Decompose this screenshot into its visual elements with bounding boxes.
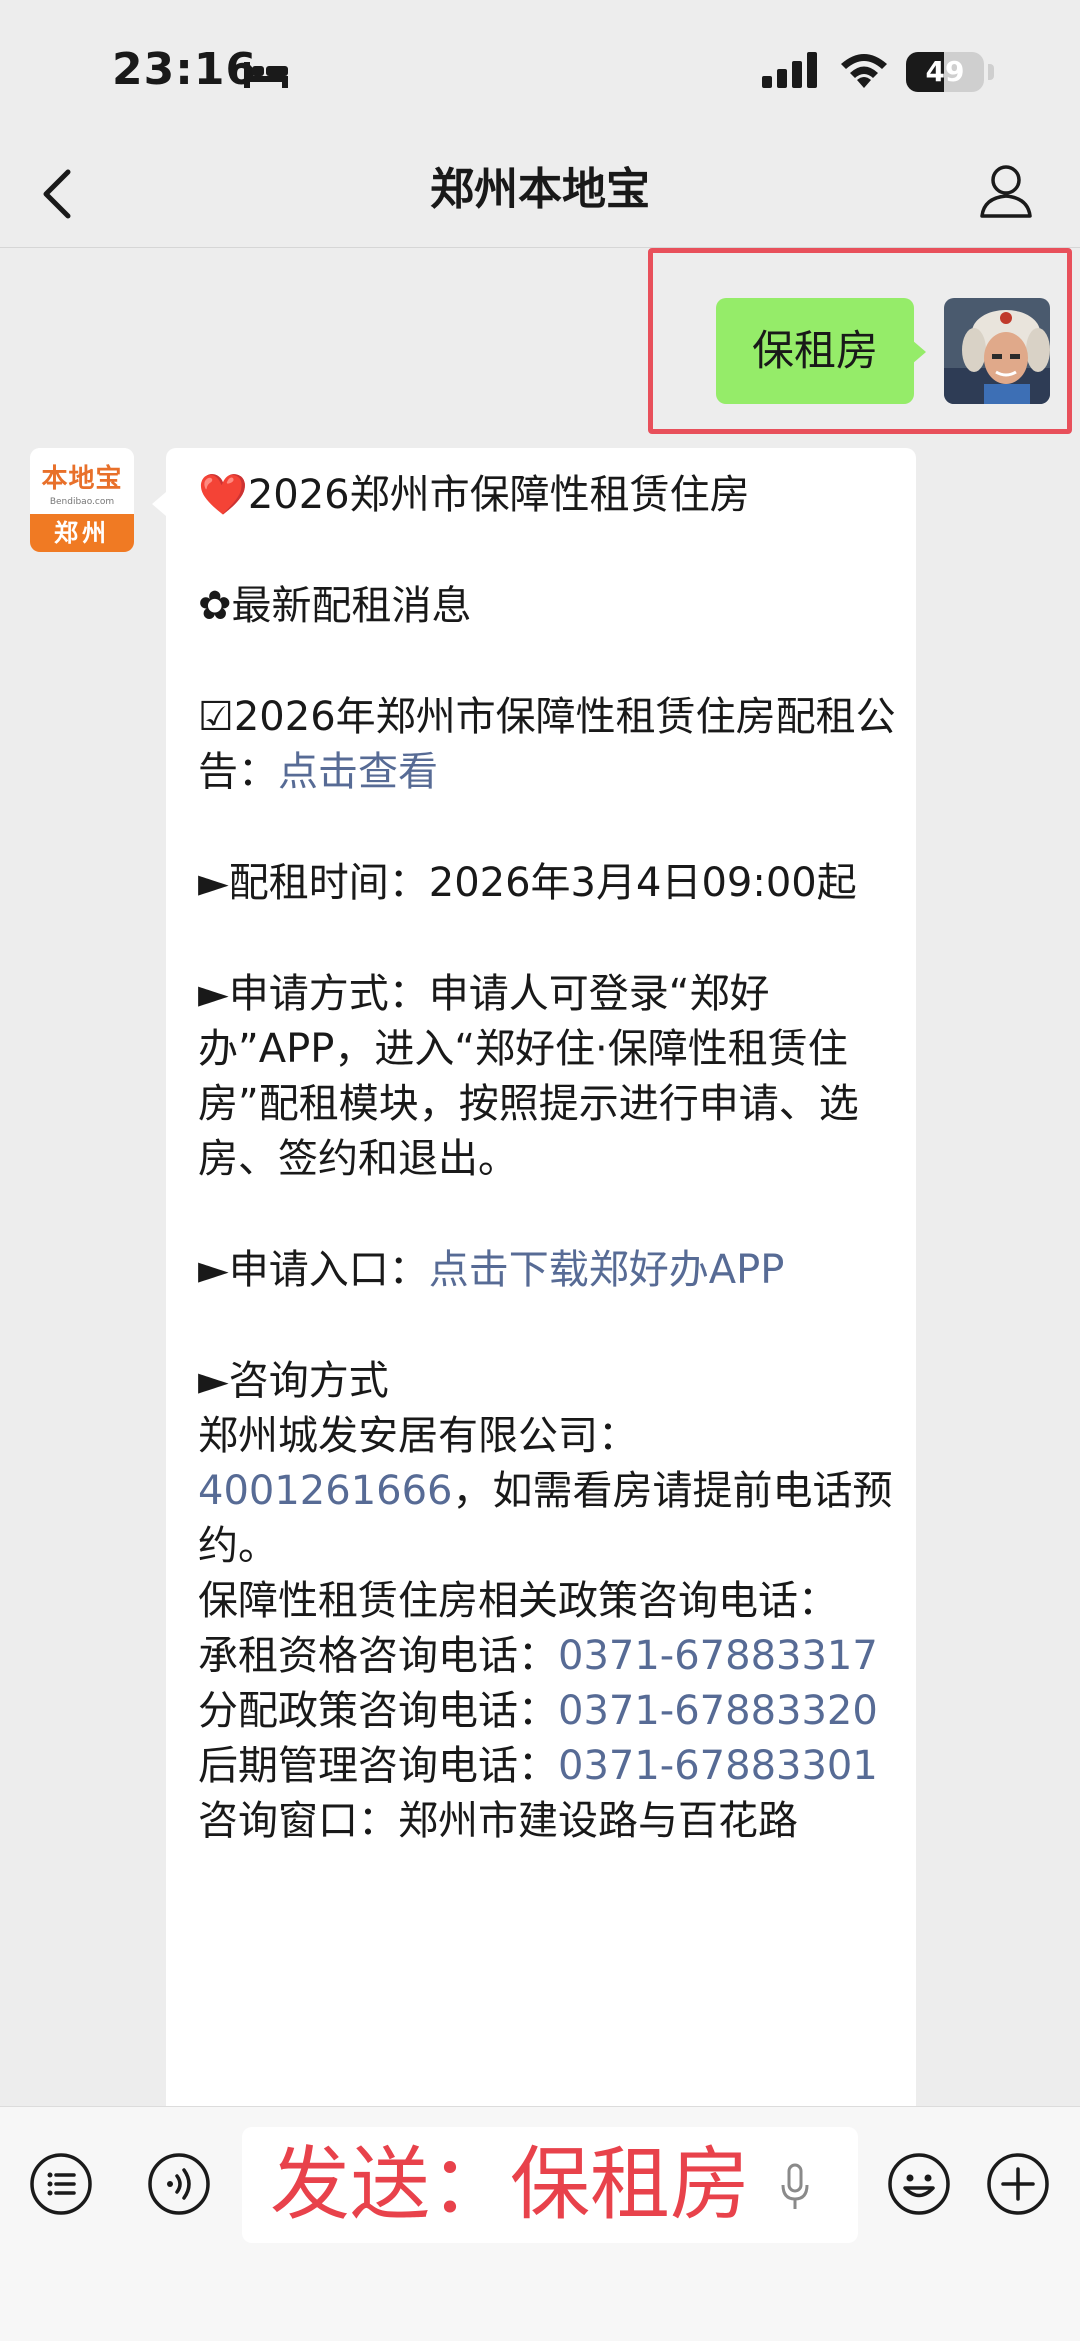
status-bar: 23:16 49 [0,0,1080,140]
battery-level: 49 [925,55,965,88]
mic-icon[interactable] [780,2163,810,2211]
entry-text: ►申请入口： [198,1247,429,1293]
company-phone-line: 4001261666，如需看房请提前电话预约。 [198,1464,898,1574]
policy-line: 保障性租赁住房相关政策咨询电话： [198,1578,838,1624]
company-phone-link[interactable]: 4001261666 [198,1468,453,1514]
user-avatar[interactable] [944,298,1050,404]
plus-icon[interactable] [985,2151,1051,2217]
notice-link[interactable]: 点击查看 [278,749,438,795]
wifi-icon [841,54,887,88]
logo-sub-text: Bendibao.com [49,497,115,507]
consult-title: ►咨询方式 [198,1358,389,1404]
bendibao-logo-avatar[interactable]: 本地宝 Bendibao.com 郑州 [30,448,134,552]
notice-line: ☑2026年郑州市保障性租赁住房配租公告：点击查看 [198,690,898,800]
voice-icon[interactable] [146,2151,212,2217]
qual-line: 承租资格咨询电话：0371-67883317 [198,1629,898,1684]
mgmt-phone-link[interactable]: 0371-67883301 [558,1743,878,1789]
sent-message-bubble[interactable]: 保租房 [716,298,914,404]
sent-bubble-tail [912,340,926,364]
heart-icon: ❤️ [198,472,248,518]
list-icon[interactable] [28,2151,94,2217]
logo-main-text: 本地宝 [41,464,123,494]
message-input[interactable]: 发送：保租房 [242,2127,858,2243]
window-line: 咨询窗口：郑州市建设路与百花路 [198,1798,798,1844]
emoji-icon[interactable] [886,2151,952,2217]
reply-title-line: ❤️2026郑州市保障性租赁住房 [198,468,898,523]
input-text: 发送：保租房 [270,2138,750,2231]
alloc-line: 分配政策咨询电话：0371-67883320 [198,1684,898,1739]
received-bubble-tail [152,492,166,516]
qual-phone-link[interactable]: 0371-67883317 [558,1633,878,1679]
bed-icon [244,62,288,88]
status-time: 23:16 [112,44,258,95]
company-line: 郑州城发安居有限公司： [198,1413,638,1459]
signal-icon [762,52,817,88]
time-line: ►配租时间：2026年3月4日09:00起 [198,860,857,906]
battery-cap [988,64,994,80]
method-line: ►申请方式：申请人可登录“郑好办”APP，进入“郑好住·保障性租赁住房”配租模块… [198,971,859,1182]
chat-header: 郑州本地宝 [0,140,1080,248]
person-icon[interactable] [978,160,1034,220]
mgmt-label: 后期管理咨询电话： [198,1743,558,1789]
user-avatar-image [944,298,1050,404]
qual-label: 承租资格咨询电话： [198,1633,558,1679]
download-app-link[interactable]: 点击下载郑好办APP [429,1247,785,1293]
reply-section: ✿最新配租消息 [198,583,472,629]
logo-top: 本地宝 Bendibao.com [30,448,134,514]
battery-icon: 49 [906,52,984,92]
chat-title: 郑州本地宝 [430,164,650,215]
logo-city-text: 郑州 [30,514,134,552]
entry-line: ►申请入口：点击下载郑好办APP [198,1243,898,1298]
message-body: ❤️2026郑州市保障性租赁住房 ✿最新配租消息 ☑2026年郑州市保障性租赁住… [198,468,898,1849]
reply-title: 2026郑州市保障性租赁住房 [247,472,750,518]
received-message-bubble: ❤️2026郑州市保障性租赁住房 ✿最新配租消息 ☑2026年郑州市保障性租赁住… [166,448,916,2148]
alloc-phone-link[interactable]: 0371-67883320 [558,1688,878,1734]
alloc-label: 分配政策咨询电话： [198,1688,558,1734]
chat-input-bar: 发送：保租房 [0,2106,1080,2341]
mgmt-line: 后期管理咨询电话：0371-67883301 [198,1739,898,1794]
